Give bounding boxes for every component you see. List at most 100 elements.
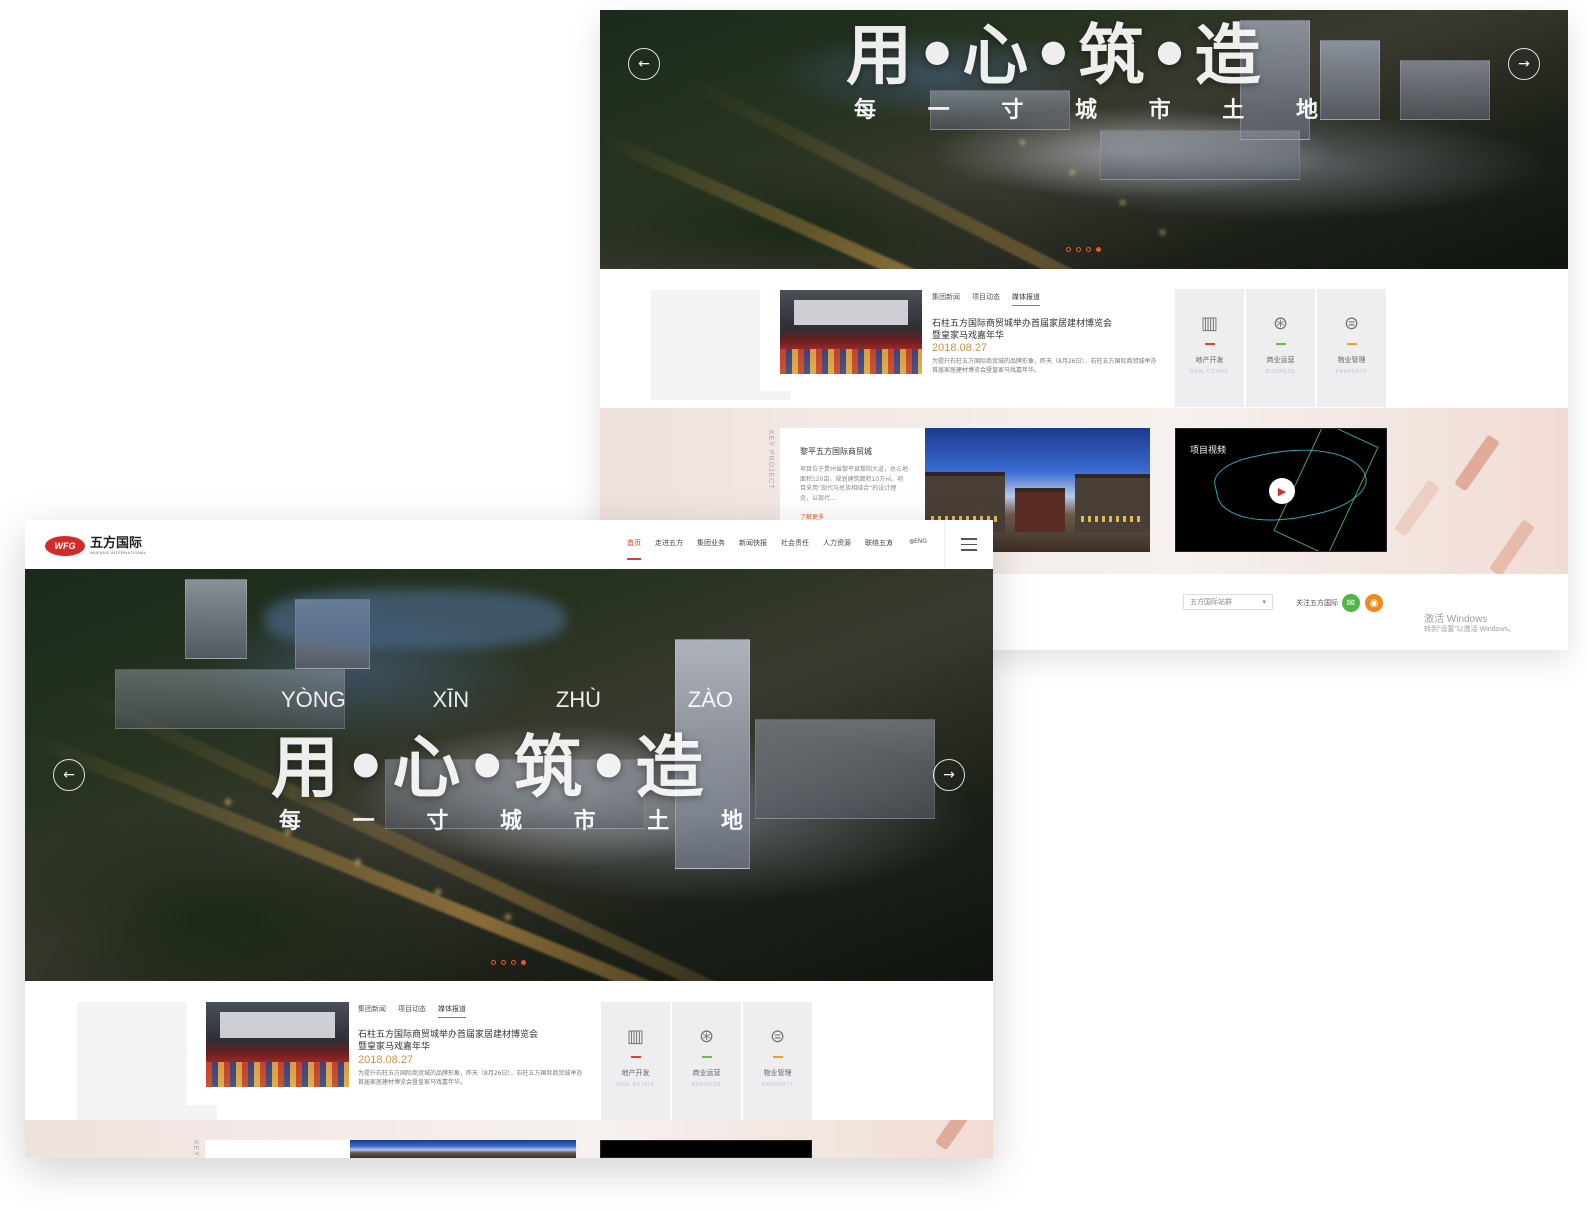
- project-card[interactable]: 黎平五方国际商贸城 项目位于贵州省黎平县黎阳大道，总占地面积120亩，规划建筑面…: [780, 428, 925, 524]
- tab-project-news[interactable]: 项目动态: [398, 1004, 426, 1018]
- menu-item-responsibility[interactable]: 社会责任: [781, 538, 809, 560]
- menu-item-about[interactable]: 走进五方: [655, 538, 683, 560]
- business-en-label: PROPERTY: [761, 1081, 794, 1088]
- menu-item-hr[interactable]: 人力资源: [823, 538, 851, 560]
- hero-title-char: 心: [392, 728, 466, 808]
- business-label: 商业运营: [1266, 355, 1295, 364]
- logo-mark: WFG: [45, 536, 85, 556]
- tab-project-news[interactable]: 项目动态: [972, 292, 1000, 306]
- news-card[interactable]: 集团新闻 项目动态 媒体报道 石柱五方国际商贸城举办首届家居建材博览会暨皇家马戏…: [760, 290, 1158, 391]
- front-page-preview: WFG 五方国际 WUFANG INTERNATIONAL 首页 走进五方 集团…: [25, 520, 993, 1158]
- news-desc: 为提升石柱五方国际商贸城的品牌形象，昨天（8月26日），石柱五方国际商贸城举办首…: [358, 1070, 583, 1087]
- tab-group-news[interactable]: 集团新闻: [932, 292, 960, 306]
- hero-title-char: 心: [962, 16, 1033, 94]
- hero-next-button[interactable]: →: [1508, 48, 1540, 80]
- pinyin-label: ZÀO: [687, 687, 733, 712]
- slide-dot[interactable]: [1076, 247, 1081, 252]
- news-title[interactable]: 石柱五方国际商贸城举办首届家居建材博览会暨皇家马戏嘉年华: [358, 1029, 538, 1053]
- hero-subtitle: 每一寸城市土地: [854, 92, 1318, 124]
- tab-media-reports[interactable]: 媒体报道: [1012, 292, 1040, 306]
- hero-title: 用•心•筑•造: [271, 712, 708, 811]
- project-card[interactable]: [205, 1140, 350, 1158]
- hero-subtitle-char: 地: [720, 808, 743, 834]
- arrow-right-icon: →: [1518, 56, 1530, 72]
- handshake-icon: ⊛: [1272, 313, 1289, 334]
- hero-subtitle-char: 每: [279, 808, 302, 834]
- news-thumbnail[interactable]: [206, 1002, 349, 1087]
- hero-title-char: 用: [846, 16, 916, 94]
- hero-title-char: 筑: [513, 728, 587, 808]
- project-video[interactable]: [600, 1140, 812, 1158]
- business-label: 物业管理: [1337, 355, 1366, 364]
- weibo-icon: ◉: [1369, 597, 1379, 609]
- hero-subtitle-char: 土: [647, 808, 670, 834]
- showcase-canvas: 用•心•筑•造 每一寸城市土地 ← → 集团新闻 项目动态 媒体报道 石柱五方国…: [0, 0, 1586, 1211]
- property-management-icon: ⊜: [769, 1026, 786, 1047]
- tab-group-news[interactable]: 集团新闻: [358, 1004, 386, 1018]
- slide-dot[interactable]: [1066, 247, 1071, 252]
- wechat-button[interactable]: ✉: [1342, 594, 1360, 612]
- business-label: 商业运营: [692, 1068, 721, 1077]
- hero-prev-button[interactable]: ←: [628, 48, 660, 80]
- hero-next-button[interactable]: →: [933, 759, 965, 791]
- slide-dot-active[interactable]: [521, 960, 526, 965]
- language-label: ENG: [914, 538, 927, 545]
- slide-dot[interactable]: [501, 960, 506, 965]
- hero-subtitle: 每一寸城市土地: [279, 803, 743, 835]
- business-property[interactable]: ⊜ 物业管理 PROPERTY: [1317, 289, 1386, 407]
- project-video[interactable]: 项目视频 ▶: [1175, 428, 1387, 552]
- hero-title-dot: •: [1148, 16, 1195, 94]
- slide-dot[interactable]: [511, 960, 516, 965]
- hero-subtitle-char: 市: [1148, 97, 1171, 123]
- news-thumbnail[interactable]: [780, 290, 922, 374]
- arrow-left-icon: ←: [638, 56, 650, 72]
- weibo-button[interactable]: ◉: [1365, 594, 1383, 612]
- site-logo[interactable]: WFG 五方国际 WUFANG INTERNATIONAL: [45, 536, 146, 556]
- hero-subtitle-char: 市: [573, 808, 596, 834]
- business-real-estate[interactable]: ▥ 地产开发 REAL ESTATE: [1175, 289, 1244, 407]
- logo-cn-text: 五方国际: [90, 536, 143, 551]
- building-icon: ▥: [626, 1026, 644, 1047]
- hero-subtitle-char: 一: [927, 97, 950, 123]
- business-property[interactable]: ⊜ 物业管理 PROPERTY: [743, 1002, 812, 1120]
- handshake-icon: ⊛: [698, 1026, 715, 1047]
- business-panel: ▥ 地产开发 REAL ESTATE ⊛ 商业运营 BUSINESS ⊜ 物业管…: [1175, 289, 1386, 407]
- business-operation[interactable]: ⊛ 商业运营 BUSINESS: [1246, 289, 1315, 407]
- arrow-right-icon: →: [943, 767, 955, 783]
- search-button[interactable]: ⌕: [887, 536, 893, 550]
- hamburger-menu-icon[interactable]: [961, 538, 977, 551]
- activate-windows-title: 激活 Windows: [1424, 614, 1488, 625]
- project-image[interactable]: [350, 1140, 576, 1158]
- menu-item-news[interactable]: 新闻快报: [739, 538, 767, 560]
- hero-subtitle-char: 寸: [1001, 97, 1024, 123]
- news-title[interactable]: 石柱五方国际商贸城举办首届家居建材博览会暨皇家马戏嘉年华: [932, 318, 1112, 342]
- project-title[interactable]: 黎平五方国际商贸城: [800, 446, 872, 457]
- business-en-label: PROPERTY: [1335, 368, 1368, 375]
- menu-item-home[interactable]: 首页: [627, 538, 641, 560]
- language-button[interactable]: ◍ENG: [909, 538, 927, 545]
- business-label: 地产开发: [1195, 355, 1224, 364]
- business-panel: ▥ 地产开发 REAL ESTATE ⊛ 商业运营 BUSINESS ⊜ 物业管…: [601, 1002, 812, 1120]
- hero-subtitle-char: 每: [854, 97, 877, 123]
- slide-dot[interactable]: [1086, 247, 1091, 252]
- hero-title-char: 用: [271, 728, 345, 808]
- hero-title-dot: •: [344, 728, 393, 808]
- hero-slide-dots: [491, 960, 526, 965]
- news-card[interactable]: 集团新闻 项目动态 媒体报道 石柱五方国际商贸城举办首届家居建材博览会暨皇家马戏…: [187, 1002, 583, 1105]
- news-date: 2018.08.27: [358, 1054, 414, 1066]
- business-operation[interactable]: ⊛ 商业运营 BUSINESS: [672, 1002, 741, 1120]
- slide-dot-active[interactable]: [1096, 247, 1101, 252]
- play-button[interactable]: ▶: [1269, 478, 1295, 504]
- business-en-label: BUSINESS: [691, 1081, 722, 1088]
- tab-media-reports[interactable]: 媒体报道: [438, 1004, 466, 1018]
- follow-label: 关注五方国际: [1296, 599, 1338, 607]
- main-menu: 首页 走进五方 集团业务 新闻快报 社会责任 人力资源 联络五方: [627, 538, 893, 560]
- slide-dot[interactable]: [491, 960, 496, 965]
- news-date: 2018.08.27: [932, 342, 988, 354]
- business-en-label: REAL ESTATE: [616, 1081, 655, 1088]
- site-group-select[interactable]: 五方国际站群 ▾: [1183, 594, 1273, 610]
- hero-banner: 用•心•筑•造 每一寸城市土地 ← →: [600, 10, 1568, 269]
- hero-prev-button[interactable]: ←: [53, 759, 85, 791]
- business-real-estate[interactable]: ▥ 地产开发 REAL ESTATE: [601, 1002, 670, 1120]
- menu-item-business[interactable]: 集团业务: [697, 538, 725, 560]
